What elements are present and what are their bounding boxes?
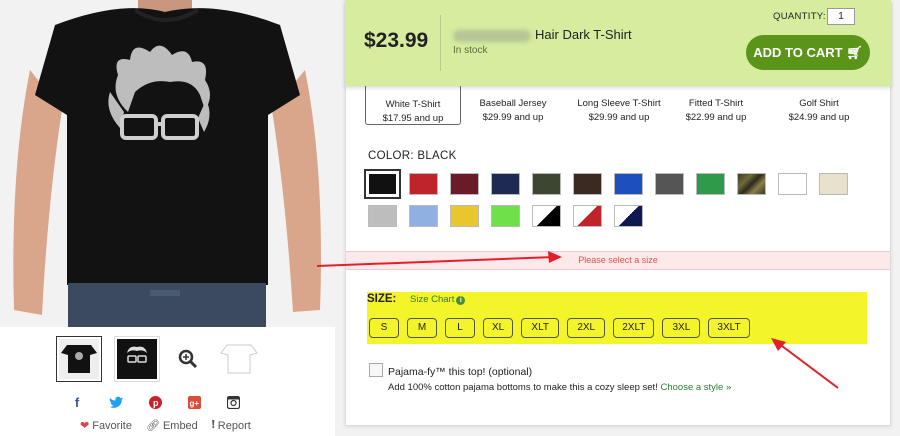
style-name: White T-Shirt <box>385 99 441 110</box>
thumbnail-design[interactable] <box>114 336 160 382</box>
favorite-link[interactable]: ❤ Favorite <box>80 419 132 433</box>
social-share: f p g+ <box>70 396 240 410</box>
size-required-alert: Please select a size <box>346 251 890 270</box>
color-swatch[interactable] <box>614 173 643 195</box>
color-swatch[interactable] <box>364 169 401 199</box>
product-name: Hair Dark T-Shirt <box>535 27 632 42</box>
color-swatch[interactable] <box>491 205 520 227</box>
color-swatch[interactable] <box>573 173 602 195</box>
color-swatch[interactable] <box>819 173 848 195</box>
color-swatch[interactable] <box>696 173 725 195</box>
quantity-label: QUANTITY: <box>773 11 826 22</box>
style-name: Golf Shirt <box>799 98 839 109</box>
header-divider <box>440 15 441 71</box>
style-option[interactable]: White T-Shirt $17.95 and up <box>365 80 461 125</box>
pajama-subtitle: Add 100% cotton pajama bottoms to make t… <box>388 382 658 393</box>
favorite-label: Favorite <box>92 419 132 432</box>
heart-icon: ❤ <box>80 420 90 432</box>
size-option[interactable]: XL <box>483 318 514 338</box>
sticky-cart-header: $23.99 Hair Dark T-Shirt In stock QUANTI… <box>345 0 891 86</box>
color-swatch[interactable] <box>450 173 479 195</box>
style-option[interactable]: Golf Shirt $24.99 and up <box>771 80 867 125</box>
quantity-input[interactable]: 1 <box>827 8 855 25</box>
color-swatch[interactable] <box>409 173 438 195</box>
color-swatch[interactable] <box>532 205 561 227</box>
embed-label: Embed <box>162 419 198 432</box>
pajama-checkbox[interactable] <box>369 363 383 377</box>
choose-style-link[interactable]: Choose a style » <box>660 382 731 393</box>
report-label: Report <box>217 419 251 432</box>
product-gallery: f p g+ ❤ Favorite 🔗︎ Embed ❗︎ Report <box>0 0 335 436</box>
thumbnail-outline[interactable] <box>216 336 262 382</box>
redacted-text <box>453 29 531 42</box>
link-icon: 🔗︎ <box>145 420 160 432</box>
style-price: $29.99 and up <box>588 112 650 123</box>
size-chart-link[interactable]: Size Chart i <box>410 294 466 305</box>
style-price: $24.99 and up <box>788 112 850 123</box>
svg-text:p: p <box>153 398 159 408</box>
price: $23.99 <box>364 29 429 52</box>
pajama-title: Pajama-fy™ this top! (optional) <box>388 366 533 378</box>
style-selector: White T-Shirt $17.95 and up Baseball Jerse… <box>365 80 880 130</box>
style-name: Baseball Jersey <box>479 98 547 109</box>
size-option[interactable]: 3XL <box>662 318 701 338</box>
add-to-cart-label: ADD TO CART <box>753 45 843 60</box>
thumbnail-front[interactable] <box>56 336 102 382</box>
style-price: $29.99 and up <box>482 112 544 123</box>
color-swatch[interactable] <box>368 205 397 227</box>
size-option[interactable]: S <box>369 318 399 338</box>
color-swatch[interactable] <box>614 205 643 227</box>
style-option[interactable]: Long Sleeve T-Shirt $29.99 and up <box>571 80 667 125</box>
thumbnail-strip <box>56 336 262 382</box>
style-name: Long Sleeve T-Shirt <box>577 98 661 109</box>
facebook-icon[interactable]: f <box>70 396 84 410</box>
twitter-icon[interactable] <box>109 396 123 410</box>
product-actions: ❤ Favorite 🔗︎ Embed ❗︎ Report <box>80 419 251 432</box>
info-icon: i <box>456 296 466 305</box>
color-label: COLOR: BLACK <box>368 150 457 162</box>
report-link[interactable]: ❗︎ Report <box>212 419 251 432</box>
size-chart-label: Size Chart <box>410 294 455 305</box>
cart-icon: 🛒︎ <box>846 45 863 60</box>
size-option[interactable]: 3XLT <box>708 318 750 338</box>
size-option[interactable]: L <box>445 318 475 338</box>
embed-link[interactable]: 🔗︎ Embed <box>145 419 198 433</box>
zoom-icon[interactable] <box>172 336 204 382</box>
pinterest-icon[interactable]: p <box>148 396 162 410</box>
alert-icon: ❗︎ <box>211 419 215 431</box>
color-swatch[interactable] <box>655 173 684 195</box>
instagram-icon[interactable] <box>226 395 240 410</box>
style-price: $17.95 and up <box>382 113 444 124</box>
style-price: $22.99 and up <box>685 112 747 123</box>
pajama-description: Add 100% cotton pajama bottoms to make t… <box>388 382 731 393</box>
size-options: S M L XL XLT 2XL 2XLT 3XL 3XLT <box>369 318 750 338</box>
color-swatch[interactable] <box>532 173 561 195</box>
color-swatch[interactable] <box>573 205 602 227</box>
size-option[interactable]: XLT <box>521 318 560 338</box>
color-swatch[interactable] <box>491 173 520 195</box>
style-option[interactable]: Baseball Jersey $29.99 and up <box>465 80 561 125</box>
size-option[interactable]: 2XL <box>567 318 606 338</box>
size-option[interactable]: 2XLT <box>613 318 655 338</box>
size-option[interactable]: M <box>407 318 437 338</box>
color-swatch[interactable] <box>450 205 479 227</box>
style-name: Fitted T-Shirt <box>688 98 744 109</box>
color-swatch[interactable] <box>778 173 807 195</box>
style-option[interactable]: Fitted T-Shirt $22.99 and up <box>668 80 764 125</box>
product-hero-image[interactable] <box>0 0 335 327</box>
svg-text:g+: g+ <box>189 399 199 408</box>
size-label: SIZE: <box>367 293 397 305</box>
color-swatch[interactable] <box>409 205 438 227</box>
product-title: Hair Dark T-Shirt <box>453 27 632 42</box>
color-swatch[interactable] <box>737 173 766 195</box>
google-plus-icon[interactable]: g+ <box>187 396 201 410</box>
add-to-cart-button[interactable]: ADD TO CART 🛒︎ <box>746 35 870 70</box>
stock-status: In stock <box>453 45 488 56</box>
